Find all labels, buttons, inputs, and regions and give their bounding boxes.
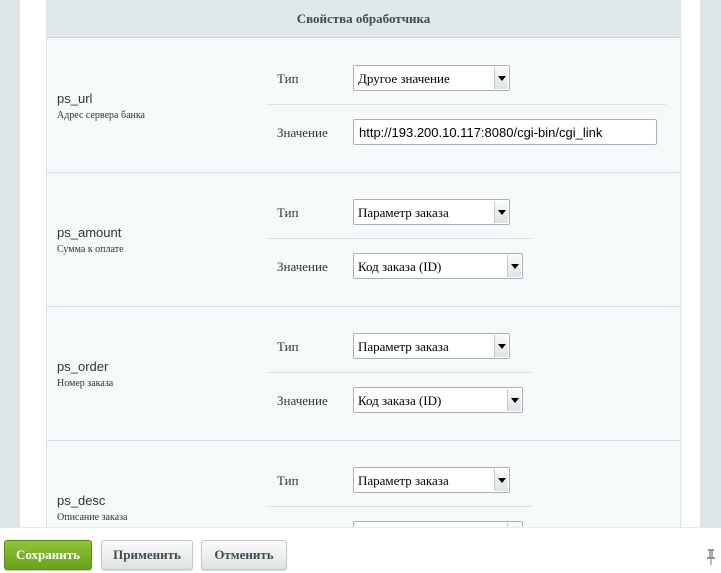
row-divider [266,372,532,373]
chevron-down-icon [494,335,508,357]
row-divider [266,506,532,507]
chevron-down-icon [507,255,521,277]
handler-properties-panel: Свойства обработчика ps_url Адрес сервер… [46,0,681,530]
type-label: Тип [277,71,299,86]
type-select-value: Параметр заказа [358,205,449,220]
apply-button[interactable]: Применить [101,540,193,570]
property-name: ps_desc [57,493,106,508]
save-button[interactable]: Сохранить [4,540,92,570]
type-select[interactable]: Другое значение [353,65,510,91]
property-description: Сумма к оплате [57,244,124,255]
chevron-down-icon [494,469,508,491]
row-divider [266,238,532,239]
type-label: Тип [277,339,299,354]
chevron-down-icon [494,67,508,89]
property-description: Номер заказа [57,378,114,389]
type-select[interactable]: Параметр заказа [353,199,510,225]
value-select[interactable]: Код заказа (ID) [353,387,523,413]
pin-icon[interactable] [706,549,716,565]
type-select-value: Параметр заказа [358,473,449,488]
property-name: ps_amount [57,225,122,240]
value-label: Значение [277,393,328,408]
chevron-down-icon [494,201,508,223]
property-ps-url: ps_url Адрес сервера банка Тип Другое зн… [47,39,680,173]
value-select-value: Код заказа (ID) [358,393,442,408]
type-label: Тип [277,473,299,488]
property-name: ps_url [57,91,93,106]
panel-title: Свойства обработчика [296,10,431,26]
chevron-down-icon [507,389,521,411]
value-label: Значение [277,259,328,274]
row-divider [266,104,666,105]
page: Свойства обработчика ps_url Адрес сервер… [0,0,721,573]
property-ps-order: ps_order Номер заказа Тип Параметр заказ… [47,307,680,441]
value-select[interactable]: Код заказа (ID) [353,253,523,279]
property-name: ps_order [57,359,109,374]
url-input-value: http://193.200.10.117:8080/cgi-bin/cgi_l… [359,125,603,140]
type-label: Тип [277,205,299,220]
property-ps-amount: ps_amount Сумма к оплате Тип Параметр за… [47,173,680,307]
type-select-value: Другое значение [358,71,450,86]
value-label: Значение [277,125,328,140]
property-description: Адрес сервера банка [57,110,145,121]
type-select[interactable]: Параметр заказа [353,467,510,493]
property-ps-desc: ps_desc Описание заказа Тип Параметр зак… [47,441,680,530]
value-select-value: Код заказа (ID) [358,259,442,274]
form-footer: Сохранить Применить Отменить [0,527,721,573]
panel-header: Свойства обработчика [47,0,680,38]
cancel-button[interactable]: Отменить [201,540,287,570]
url-input[interactable]: http://193.200.10.117:8080/cgi-bin/cgi_l… [353,119,657,145]
type-select[interactable]: Параметр заказа [353,333,510,359]
property-description: Описание заказа [57,512,128,523]
type-select-value: Параметр заказа [358,339,449,354]
